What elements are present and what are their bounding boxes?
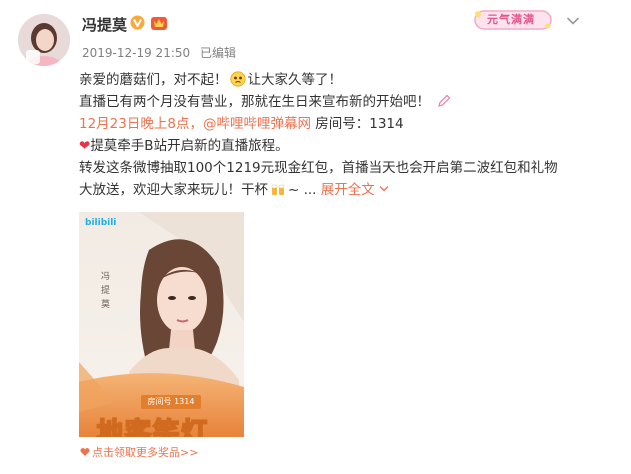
- pencil-icon: [438, 94, 451, 107]
- post-content: 亲爱的蘑菇们，对不起！ 让大家久等了！ 直播已有两个月没有营业，那就在生日来宣布…: [79, 69, 599, 201]
- event-time-link[interactable]: 12月23日晚上8点，: [79, 116, 203, 132]
- author-avatar[interactable]: [18, 14, 70, 66]
- edited-label[interactable]: 已编辑: [200, 46, 236, 60]
- heart-icon: ❤: [79, 138, 91, 154]
- content-line-5: 转发这条微博抽取100个1219元现金红包，首播当天也会开启第二波红包和礼物: [79, 157, 599, 179]
- bilibili-mention-link[interactable]: @哔哩哔哩弹幕网: [203, 116, 311, 132]
- content-line-6-tail: ~ ...: [288, 182, 317, 198]
- content-line-3: 12月23日晚上8点，@哔哩哔哩弹幕网 房间号：1314: [79, 113, 599, 135]
- content-line-4-text: 提莫牵手B站开启新的直播旅程。: [90, 138, 289, 154]
- poster-name-vertical: 冯 提 莫: [101, 272, 111, 310]
- verified-badge-icon: [130, 15, 145, 30]
- sad-face-emoji-icon: [229, 71, 246, 87]
- room-number-text: 房间号：1314: [315, 116, 404, 132]
- heart-small-icon: [80, 448, 90, 456]
- post-image[interactable]: bilibili 冯 提 莫 房间号 1314 地客笑灯: [79, 212, 244, 437]
- chevron-down-icon[interactable]: [566, 14, 580, 28]
- poster-slogan: 地客笑灯: [96, 417, 210, 437]
- content-line-6: 大放送，欢迎大家来玩儿！干杯 ~ ... 展开全文: [79, 179, 599, 201]
- content-line-2: 直播已有两个月没有营业，那就在生日来宣布新的开始吧！: [79, 91, 599, 113]
- content-line-1: 亲爱的蘑菇们，对不起！ 让大家久等了！: [79, 69, 599, 91]
- claim-prizes-link[interactable]: 点击领取更多奖品>>: [80, 444, 198, 460]
- content-line-6-text: 大放送，欢迎大家来玩儿！干杯: [79, 182, 268, 198]
- content-line-1a: 亲爱的蘑菇们，对不起！: [79, 72, 228, 88]
- chevron-down-small-icon: [379, 186, 389, 192]
- expand-label[interactable]: 展开全文: [321, 182, 375, 198]
- sticker-text: 元气满满: [487, 13, 535, 26]
- member-crown-icon[interactable]: [150, 14, 168, 31]
- content-line-5-text: 转发这条微博抽取100个1219元现金红包，首播当天也会开启第二波红包和礼物: [79, 160, 558, 176]
- bilibili-logo: bilibili: [85, 218, 117, 228]
- cheers-beer-icon: [271, 184, 285, 195]
- content-line-4: ❤提莫牵手B站开启新的直播旅程。: [79, 135, 599, 157]
- content-line-1b: 让大家久等了！: [247, 72, 343, 88]
- author-name[interactable]: 冯提莫: [82, 14, 127, 35]
- claim-prizes-label[interactable]: 点击领取更多奖品>>: [92, 446, 198, 459]
- content-line-2-text: 直播已有两个月没有营业，那就在生日来宣布新的开始吧！: [79, 94, 430, 110]
- post-meta: 2019-12-19 21:50 已编辑: [82, 44, 242, 61]
- poster-room-tag: 房间号 1314: [141, 395, 201, 409]
- post-time[interactable]: 2019-12-19 21:50: [82, 46, 190, 60]
- expand-full-text-link[interactable]: 展开全文: [321, 182, 389, 198]
